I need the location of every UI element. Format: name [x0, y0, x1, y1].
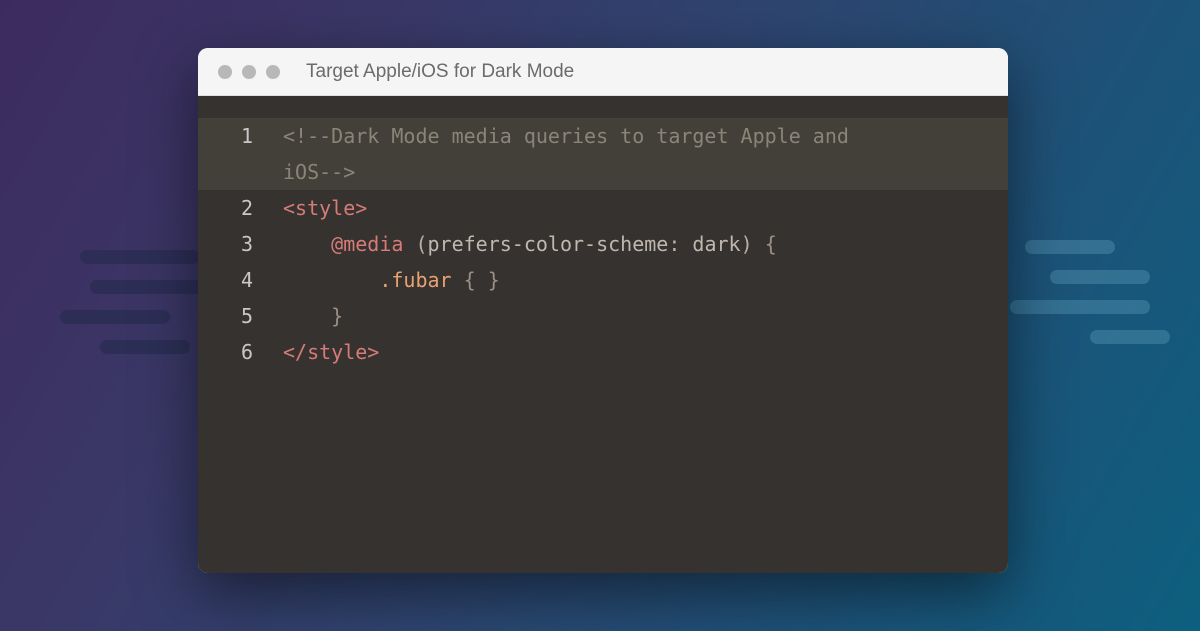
line-number: 4	[198, 262, 283, 298]
line-number: 2	[198, 190, 283, 226]
line-number: 3	[198, 226, 283, 262]
line-number: 6	[198, 334, 283, 370]
code-line: 1<!--Dark Mode media queries to target A…	[198, 118, 1008, 154]
line-number: 5	[198, 298, 283, 334]
window-title: Target Apple/iOS for Dark Mode	[306, 61, 574, 83]
line-number	[198, 154, 283, 190]
code-content: </style>	[283, 334, 1008, 370]
traffic-light-zoom-icon[interactable]	[266, 65, 280, 79]
line-number: 1	[198, 118, 283, 154]
code-editor-window: Target Apple/iOS for Dark Mode 1<!--Dark…	[198, 48, 1008, 573]
code-line: 6</style>	[198, 334, 1008, 370]
traffic-light-close-icon[interactable]	[218, 65, 232, 79]
code-content: iOS-->	[283, 154, 1008, 190]
code-content: <!--Dark Mode media queries to target Ap…	[283, 118, 1008, 154]
code-line: iOS-->	[198, 154, 1008, 190]
code-line: 3 @media (prefers-color-scheme: dark) {	[198, 226, 1008, 262]
window-titlebar: Target Apple/iOS for Dark Mode	[198, 48, 1008, 96]
traffic-light-minimize-icon[interactable]	[242, 65, 256, 79]
code-editor[interactable]: 1<!--Dark Mode media queries to target A…	[198, 96, 1008, 573]
code-content: <style>	[283, 190, 1008, 226]
code-line: 4 .fubar { }	[198, 262, 1008, 298]
code-content: @media (prefers-color-scheme: dark) {	[283, 226, 1008, 262]
code-content: .fubar { }	[283, 262, 1008, 298]
code-content: }	[283, 298, 1008, 334]
code-line: 5 }	[198, 298, 1008, 334]
code-line: 2<style>	[198, 190, 1008, 226]
